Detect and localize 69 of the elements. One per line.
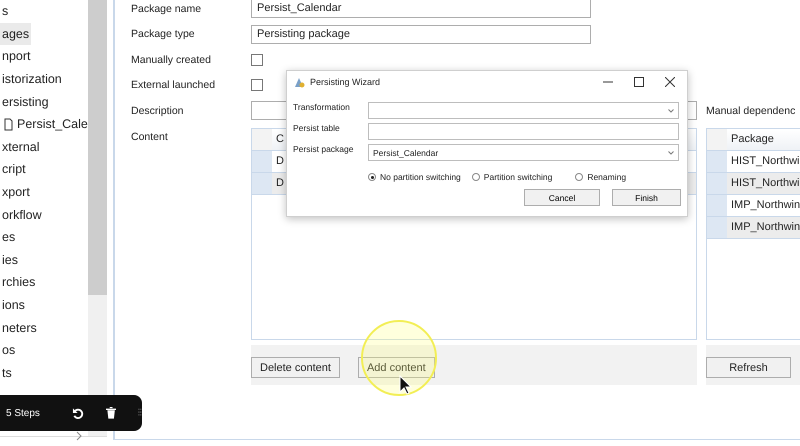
close-icon[interactable] [665, 77, 675, 87]
tree-item[interactable]: os [0, 338, 18, 362]
field-label: Content [131, 130, 169, 144]
document-icon [4, 118, 13, 131]
refresh-button[interactable]: Refresh [706, 357, 791, 378]
action-button[interactable]: Delete content [251, 357, 340, 378]
dropdown[interactable] [368, 102, 679, 119]
dialog-title: Persisting Wizard [310, 77, 380, 87]
tree-item[interactable]: xport [0, 180, 32, 204]
tree-item[interactable]: es [0, 226, 18, 249]
radio-button[interactable] [575, 173, 584, 181]
tree-item[interactable]: ies [0, 248, 20, 272]
column-header[interactable]: C [272, 133, 284, 145]
field-label: Transformation [293, 102, 351, 112]
chevron-down-icon [668, 108, 674, 112]
dialog-button[interactable]: Cancel [524, 189, 600, 206]
field-label: Manual dependenc [706, 104, 796, 117]
chevron-right-icon[interactable] [76, 431, 82, 441]
tree-item[interactable]: ersisting [0, 90, 51, 113]
tree-item[interactable]: ages [0, 22, 32, 46]
steps-count: 5 Steps [6, 408, 40, 418]
dialog-button[interactable]: Finish [612, 189, 681, 206]
dropdown[interactable]: Persist_Calendar [368, 144, 679, 161]
tree-item[interactable]: Persist_Cale [0, 112, 90, 136]
tree-item[interactable]: orkflow [0, 203, 44, 226]
undo-icon[interactable] [72, 406, 84, 420]
table-cell-text: D [275, 155, 284, 167]
tree-item[interactable]: istorization [0, 68, 64, 90]
table-cell-text: HIST_Northwi [730, 177, 800, 189]
checkbox[interactable] [251, 54, 263, 66]
radio-option[interactable]: Partition switching [472, 172, 552, 182]
field-label: Persist table [293, 123, 341, 133]
field-label: Package type [131, 28, 196, 40]
field-label: Package name [131, 2, 202, 15]
tree-item[interactable]: cript [0, 158, 28, 181]
radio-button[interactable] [368, 173, 376, 181]
scrollbar[interactable] [88, 0, 107, 436]
text-field[interactable]: Persisting package [251, 24, 591, 44]
action-button[interactable]: Add content [358, 357, 435, 378]
tree-item[interactable]: s [0, 0, 10, 23]
maximize-icon[interactable] [634, 77, 644, 87]
radio-option[interactable]: No partition switching [368, 172, 461, 182]
radio-button[interactable] [472, 173, 480, 181]
table-cell-text: D [275, 177, 284, 189]
tree-item[interactable]: neters [0, 316, 39, 339]
table-cell-text: IMP_Northwin [730, 199, 800, 211]
trash-icon[interactable] [106, 407, 116, 419]
tree-item[interactable]: ts [0, 362, 14, 384]
cursor-icon [399, 375, 413, 395]
grip-icon[interactable] [138, 408, 142, 418]
wizard-icon [293, 76, 305, 88]
field-label: Description [131, 104, 185, 117]
corner-header [252, 128, 272, 150]
tree-item[interactable]: ions [0, 294, 27, 316]
field-label: External launched [131, 79, 216, 92]
text-field[interactable] [368, 123, 679, 140]
checkbox[interactable] [251, 79, 263, 92]
corner-header [707, 128, 727, 150]
radio-option[interactable]: Renaming [575, 172, 626, 182]
table-cell-text: IMP_Northwin [730, 221, 800, 233]
table-cell-text: HIST_Northwi [730, 155, 800, 167]
chevron-down-icon [668, 150, 674, 154]
field-label: Manually created [131, 54, 212, 66]
scrollbar-thumb[interactable] [88, 0, 107, 295]
text-field[interactable]: Persist_Calendar [251, 0, 591, 18]
tree-item[interactable]: nport [0, 45, 32, 68]
field-label: Persist package [293, 144, 354, 154]
tree-item[interactable]: xternal [0, 136, 42, 158]
tree-item[interactable]: rchies [0, 271, 38, 294]
